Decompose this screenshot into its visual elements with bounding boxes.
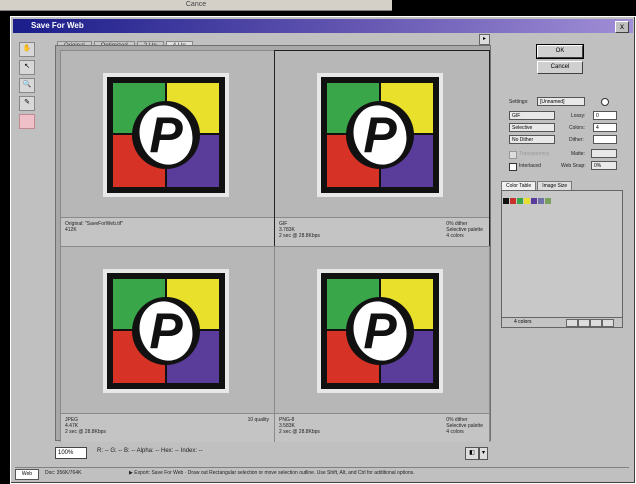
preview-original[interactable]: P Original: "SaveForWeb.tif" 412K [60, 50, 276, 246]
dither-field[interactable] [593, 135, 617, 144]
info-line: 10 quality [247, 417, 269, 423]
eyedropper-tool-icon[interactable]: ✎ [19, 96, 35, 111]
preview-image: P [61, 51, 275, 217]
colors-label: Colors: [569, 125, 585, 131]
info-line: 4 colors [446, 233, 464, 239]
view-tabs: OriginalOptimized2-Up4-Up [57, 34, 195, 51]
background-window: Cance [0, 0, 392, 11]
preview-info: JPEG 4.47K 2 sec @ 28.8Kbps 10 quality [61, 413, 275, 442]
svg-text:P: P [363, 303, 397, 359]
preview-info: PNG-8 3.583K 2 sec @ 28.8Kbps 0% dither Sel… [275, 413, 489, 442]
tab-menu-arrow-icon[interactable]: ▸ [479, 34, 490, 45]
color-table-footer: 4 colors [501, 317, 623, 328]
p-logo-icon: P [103, 73, 229, 197]
tab-image-size[interactable]: Image Size [537, 181, 573, 190]
info-line: 4 colors [446, 429, 464, 435]
color-swatch[interactable] [524, 198, 530, 204]
lock-color-icon[interactable] [566, 319, 578, 327]
color-readout: R: -- G: -- B: -- Alpha: -- Hex: -- Inde… [97, 448, 203, 454]
p-logo-icon: P [103, 269, 229, 393]
preview-area: P Original: "SaveForWeb.tif" 412K P GIF 3.… [55, 45, 491, 442]
color-count: 4 colors [514, 319, 532, 325]
svg-text:P: P [149, 303, 183, 359]
zoom-level-field[interactable]: 100% [55, 447, 87, 459]
new-color-icon[interactable] [590, 319, 602, 327]
delete-color-icon[interactable] [602, 319, 614, 327]
title-bar[interactable]: Save For Web x [13, 19, 633, 33]
cancel-button[interactable]: Cancel [537, 61, 583, 74]
dialog-title: Save For Web [31, 21, 84, 30]
preview-bottom-bar: 100% R: -- G: -- B: -- Alpha: -- Hex: --… [55, 447, 495, 460]
status-hint: ▶ Export: Save For Web · Draw out Rectan… [129, 470, 415, 476]
color-swatch[interactable] [531, 198, 537, 204]
info-line: 2 sec @ 28.8Kbps [279, 233, 320, 239]
web-snap-select[interactable]: 0% [591, 161, 617, 170]
status-doc-size: Doc: 356K/764K [45, 470, 82, 476]
settings-label: Settings: [509, 99, 529, 105]
preview-jpeg[interactable]: P JPEG 4.47K 2 sec @ 28.8Kbps 10 quality [60, 246, 276, 442]
settings-select[interactable]: [Unnamed] [537, 97, 585, 106]
tab-color-table[interactable]: Color Table [501, 181, 537, 190]
transparency-checkbox[interactable] [509, 151, 517, 159]
color-swatch[interactable] [538, 198, 544, 204]
preview-image: P [61, 247, 275, 413]
hand-tool-icon[interactable]: ✋ [19, 42, 35, 57]
web-shift-icon[interactable] [578, 319, 590, 327]
palette-select[interactable]: Selective [509, 123, 555, 132]
info-line: 412K [65, 227, 77, 233]
dither-label: Dither: [569, 137, 584, 143]
info-line: 2 sec @ 28.8Kbps [279, 429, 320, 435]
svg-text:P: P [363, 107, 397, 163]
preview-gif[interactable]: P GIF 3.783K 2 sec @ 28.8Kbps 0% dither Sel… [274, 50, 490, 246]
dither-algorithm-select[interactable]: No Dither [509, 135, 555, 144]
slice-select-tool-icon[interactable]: ↖ [19, 60, 35, 75]
color-table [501, 190, 623, 318]
eyedropper-color-swatch[interactable] [19, 114, 35, 129]
interlaced-checkbox[interactable] [509, 163, 517, 171]
transparency-label: Transparency [519, 151, 550, 157]
p-logo-icon: P [317, 73, 443, 197]
browser-menu-arrow-icon[interactable]: ▾ [479, 447, 488, 460]
web-snap-label: Web Snap: [561, 163, 586, 169]
svg-text:P: P [149, 107, 183, 163]
colors-field[interactable]: 4 [593, 123, 617, 132]
preview-image: P [275, 247, 489, 413]
color-swatch[interactable] [510, 198, 516, 204]
preview-info: Original: "SaveForWeb.tif" 412K [61, 217, 275, 246]
status-mode: Web [15, 469, 39, 480]
toolbox: ✋ ↖ 🔍 ✎ [15, 39, 37, 439]
preview-info: GIF 3.783K 2 sec @ 28.8Kbps 0% dither Selec… [275, 217, 489, 246]
swatch-row [502, 191, 622, 209]
color-swatch[interactable] [545, 198, 551, 204]
ok-button[interactable]: OK [536, 44, 584, 59]
status-bar: Web Doc: 356K/764K ▶ Export: Save For We… [15, 467, 629, 480]
zoom-tool-icon[interactable]: 🔍 [19, 78, 35, 93]
color-swatch[interactable] [517, 198, 523, 204]
save-for-web-dialog: Save For Web x ✋ ↖ 🔍 ✎ OriginalOptimized… [10, 16, 636, 484]
optimize-menu-icon[interactable] [601, 98, 609, 106]
interlaced-label: Interlaced [519, 163, 541, 169]
preview-png8[interactable]: P PNG-8 3.583K 2 sec @ 28.8Kbps 0% dither S… [274, 246, 490, 442]
info-line: 2 sec @ 28.8Kbps [65, 429, 106, 435]
lossy-field[interactable]: 0 [593, 111, 617, 120]
preview-in-browser-icon[interactable]: ◧ [465, 447, 479, 460]
optimize-panel: OK Cancel Settings: [Unnamed] GIF Select… [497, 39, 631, 459]
color-swatch[interactable] [503, 198, 509, 204]
lossy-label: Lossy: [571, 113, 586, 119]
format-select[interactable]: GIF [509, 111, 555, 120]
background-window-title: Cance [185, 1, 207, 8]
matte-select[interactable] [591, 149, 617, 158]
close-button[interactable]: x [615, 21, 629, 33]
preview-image: P [275, 51, 489, 217]
matte-label: Matte: [571, 151, 585, 157]
p-logo-icon: P [317, 269, 443, 393]
